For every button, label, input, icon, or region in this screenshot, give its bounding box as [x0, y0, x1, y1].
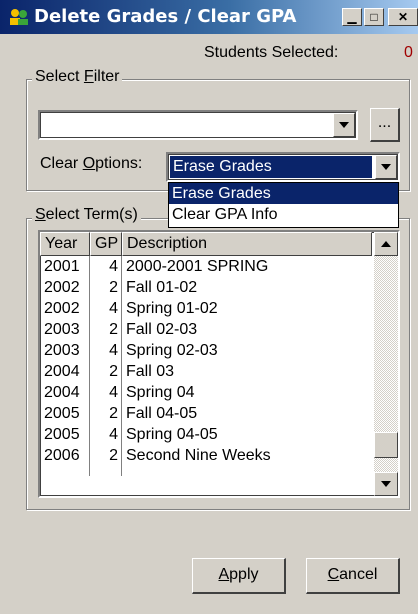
table-row[interactable]: 2005 4 Spring 04-05	[40, 424, 370, 445]
apply-access-key: A	[218, 566, 230, 583]
maximize-button[interactable]: □	[364, 8, 384, 26]
option-erase-grades[interactable]: Erase Grades	[169, 183, 398, 204]
minimize-icon: ▁	[347, 10, 357, 24]
table-row[interactable]: 2006 2 Second Nine Weeks	[40, 445, 370, 466]
terms-list[interactable]: Year GP Description 2001 4 2000-2001 SPRIN…	[38, 230, 400, 498]
table-row[interactable]: 2004 4 Spring 04	[40, 382, 370, 403]
terms-rows: 2001 4 2000-2001 SPRING 2002 2 Fall 01-02 20…	[40, 256, 370, 466]
window-title: Delete Grades / Clear GPA	[34, 6, 297, 27]
column-header-year[interactable]: Year	[40, 232, 90, 256]
cancel-button[interactable]: Cancel	[306, 558, 400, 594]
select-filter-label: Select Filter	[32, 68, 123, 86]
clear-options-dropdown-list: Erase Grades Clear GPA Info	[168, 182, 399, 228]
scroll-thumb[interactable]	[374, 432, 398, 458]
table-row[interactable]: 2003 4 Spring 02-03	[40, 340, 370, 361]
minimize-button[interactable]: ▁	[342, 8, 362, 26]
chevron-down-icon	[381, 164, 391, 170]
option-clear-gpa-info[interactable]: Clear GPA Info	[169, 204, 398, 225]
scroll-down-button[interactable]	[374, 472, 398, 496]
chevron-up-icon	[381, 241, 391, 247]
table-row[interactable]: 2003 2 Fall 02-03	[40, 319, 370, 340]
scroll-up-button[interactable]	[374, 232, 398, 256]
chevron-down-icon	[381, 481, 391, 487]
browse-label: ...	[377, 114, 392, 131]
clear-options-dropdown-button[interactable]	[375, 155, 397, 179]
apply-button[interactable]: Apply	[192, 558, 286, 594]
table-row[interactable]: 2001 4 2000-2001 SPRING	[40, 256, 370, 277]
cancel-label: ancel	[339, 566, 378, 583]
close-button[interactable]: ✕	[388, 8, 418, 26]
cancel-access-key: C	[327, 566, 340, 583]
apply-label: pply	[229, 566, 259, 583]
title-bar[interactable]: Delete Grades / Clear GPA ▁ □ ✕	[0, 0, 418, 34]
filter-browse-button[interactable]: ...	[370, 108, 400, 142]
filter-combo[interactable]	[38, 110, 358, 140]
students-selected-label: Students Selected:	[204, 44, 339, 61]
clear-options-combo[interactable]: Erase Grades	[166, 152, 400, 182]
column-header-description[interactable]: Description	[122, 232, 372, 256]
column-header-gp[interactable]: GP	[90, 232, 122, 256]
clear-options-label: Clear Options:	[40, 155, 143, 172]
table-row[interactable]: 2002 4 Spring 01-02	[40, 298, 370, 319]
maximize-icon: □	[370, 10, 378, 24]
close-icon: ✕	[397, 10, 409, 24]
students-icon	[10, 9, 28, 25]
clear-options-selected: Erase Grades	[170, 156, 372, 178]
filter-dropdown-button[interactable]	[333, 113, 355, 137]
chevron-down-icon	[339, 122, 349, 128]
students-selected-count: 0	[404, 44, 413, 61]
table-row[interactable]: 2005 2 Fall 04-05	[40, 403, 370, 424]
terms-scrollbar[interactable]	[374, 232, 398, 496]
select-terms-label: Select Term(s)	[32, 206, 141, 224]
table-row[interactable]: 2002 2 Fall 01-02	[40, 277, 370, 298]
table-row[interactable]: 2004 2 Fall 03	[40, 361, 370, 382]
